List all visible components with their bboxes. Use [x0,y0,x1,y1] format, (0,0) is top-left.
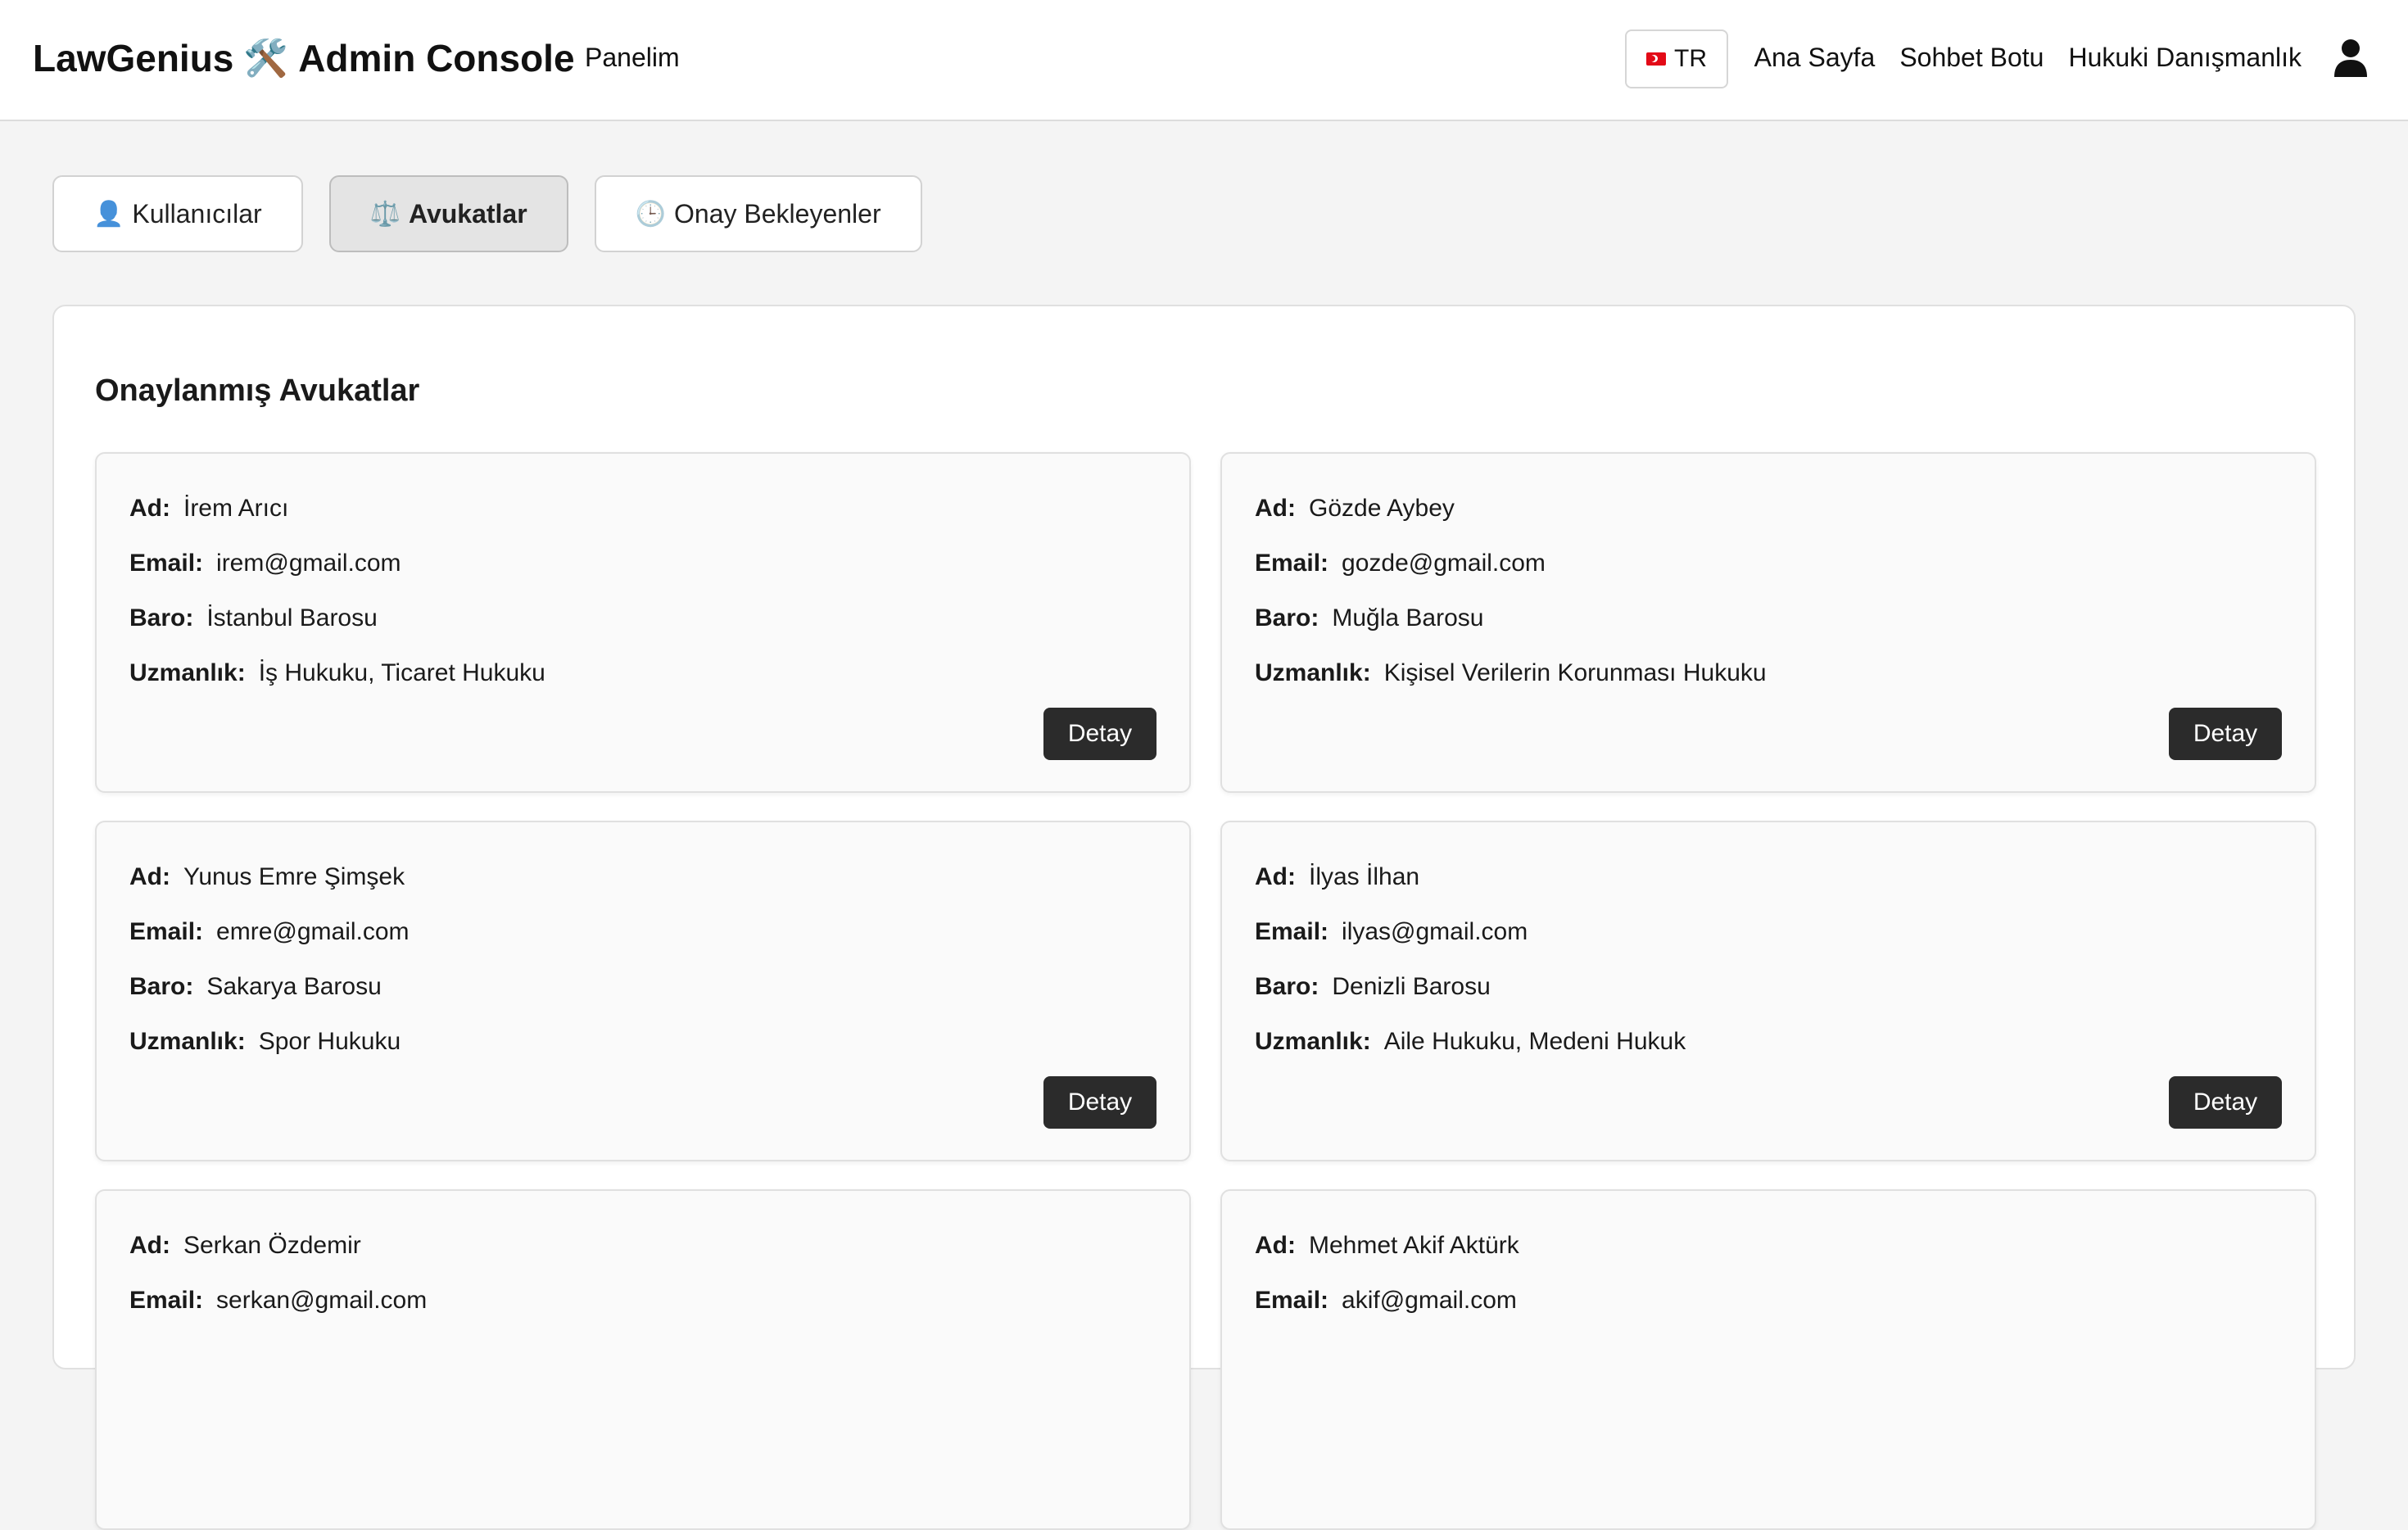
name-label: Ad: [1255,863,1296,890]
email-label: Email: [129,550,204,577]
bar-label: Baro: [1255,604,1319,631]
name-label: Ad: [1255,1232,1296,1259]
email-label: Email: [129,1287,204,1314]
bar-row: Baro: Sakarya Barosu [129,973,1156,1001]
detail-button[interactable]: Detay [2169,708,2282,760]
specialty-label: Uzmanlık: [129,1028,246,1055]
tab-label: Onay Bekleyenler [674,198,881,229]
lawyer-card: Ad: Yunus Emre Şimşek Email: emre@gmail.co… [95,821,1191,1161]
email-value: irem@gmail.com [216,550,401,577]
name-row: Ad: İrem Arıcı [129,495,1156,523]
bar-row: Baro: İstanbul Barosu [129,604,1156,632]
email-row: Email: emre@gmail.com [129,918,1156,946]
email-value: akif@gmail.com [1342,1287,1517,1314]
email-label: Email: [1255,550,1329,577]
nav-legal-advice[interactable]: Hukuki Danışmanlık [2068,43,2302,73]
nav-links: Ana Sayfa Sohbet Botu Hukuki Danışmanlık [1754,43,2302,73]
scales-icon: ⚖️ [369,200,401,228]
clock-icon: 🕒 [635,200,667,228]
specialty-value: Kişisel Verilerin Korunması Hukuku [1383,659,1767,686]
user-tab-icon: 👤 [93,200,124,228]
name-value: İlyas İlhan [1308,863,1420,890]
nav-home[interactable]: Ana Sayfa [1754,43,1876,73]
lawyer-card-grid: Ad: İrem Arıcı Email: irem@gmail.com Baro:… [95,452,2316,1530]
email-value: serkan@gmail.com [216,1287,428,1314]
specialty-label: Uzmanlık: [1255,659,1371,686]
brand-subtitle: Admin Console [298,37,575,79]
admin-tabs: 👤 Kullanıcılar ⚖️ Avukatlar 🕒 Onay Bekle… [52,175,922,252]
lawyer-card: Ad: Serkan Özdemir Email: serkan@gmail.com [95,1189,1191,1530]
turkey-flag-icon [1646,52,1666,66]
bar-label: Baro: [1255,973,1319,1000]
name-value: Gözde Aybey [1308,495,1455,522]
email-label: Email: [1255,918,1329,945]
specialty-row: Uzmanlık: Spor Hukuku [129,1028,1156,1056]
email-row: Email: gozde@gmail.com [1255,550,2282,577]
bar-value: Denizli Barosu [1332,973,1491,1000]
tab-lawyers[interactable]: ⚖️ Avukatlar [328,175,568,252]
specialty-row: Uzmanlık: İş Hukuku, Ticaret Hukuku [129,659,1156,687]
specialty-value: İş Hukuku, Ticaret Hukuku [258,659,545,686]
lawyer-card: Ad: İrem Arıcı Email: irem@gmail.com Baro:… [95,452,1191,793]
name-label: Ad: [1255,495,1296,522]
email-label: Email: [1255,1287,1329,1314]
email-row: Email: akif@gmail.com [1255,1287,2282,1315]
bar-value: Sakarya Barosu [206,973,382,1000]
email-value: gozde@gmail.com [1342,550,1546,577]
name-value: Mehmet Akif Aktürk [1308,1232,1519,1259]
email-value: ilyas@gmail.com [1342,918,1528,945]
name-row: Ad: Mehmet Akif Aktürk [1255,1232,2282,1260]
specialty-label: Uzmanlık: [1255,1028,1371,1055]
panel-title: Onaylanmış Avukatlar [95,373,420,408]
name-row: Ad: Yunus Emre Şimşek [129,863,1156,891]
name-label: Ad: [129,1232,170,1259]
name-value: Yunus Emre Şimşek [183,863,405,890]
tab-label: Avukatlar [409,198,527,229]
email-row: Email: irem@gmail.com [129,550,1156,577]
specialty-value: Spor Hukuku [258,1028,401,1055]
specialty-row: Uzmanlık: Kişisel Verilerin Korunması Huk… [1255,659,2282,687]
bar-value: Muğla Barosu [1332,604,1484,631]
specialty-row: Uzmanlık: Aile Hukuku, Medeni Hukuk [1255,1028,2282,1056]
name-label: Ad: [129,495,170,522]
detail-button[interactable]: Detay [1043,1076,1156,1129]
user-icon[interactable] [2333,38,2369,77]
brand-name: LawGenius [33,37,234,79]
language-label: TR [1674,45,1707,72]
email-label: Email: [129,918,204,945]
tab-pending[interactable]: 🕒 Onay Bekleyenler [594,175,922,252]
bar-label: Baro: [129,604,194,631]
name-value: İrem Arıcı [183,495,289,522]
top-navbar: LawGenius 🛠️ Admin Console Panelim TR An… [0,0,2408,121]
name-row: Ad: İlyas İlhan [1255,863,2282,891]
detail-button[interactable]: Detay [2169,1076,2282,1129]
specialty-label: Uzmanlık: [129,659,246,686]
lawyer-card: Ad: Mehmet Akif Aktürk Email: akif@gmail.c… [1220,1189,2316,1530]
language-button[interactable]: TR [1625,29,1728,88]
name-row: Ad: Gözde Aybey [1255,495,2282,523]
bar-label: Baro: [129,973,194,1000]
lawyer-card: Ad: Gözde Aybey Email: gozde@gmail.com Bar… [1220,452,2316,793]
lawyer-card: Ad: İlyas İlhan Email: ilyas@gmail.com Bar… [1220,821,2316,1161]
tools-icon: 🛠️ [243,38,289,79]
bar-row: Baro: Denizli Barosu [1255,973,2282,1001]
specialty-value: Aile Hukuku, Medeni Hukuk [1383,1028,1686,1055]
name-value: Serkan Özdemir [183,1232,361,1259]
tab-label: Kullanıcılar [132,198,262,229]
email-row: Email: serkan@gmail.com [129,1287,1156,1315]
brand-title[interactable]: LawGenius 🛠️ Admin Console [33,36,575,80]
approved-lawyers-panel: Onaylanmış Avukatlar Ad: İrem Arıcı Email… [52,305,2356,1530]
tab-users[interactable]: 👤 Kullanıcılar [52,175,303,252]
panel-link[interactable]: Panelim [585,43,680,73]
name-label: Ad: [129,863,170,890]
nav-chatbot[interactable]: Sohbet Botu [1899,43,2044,73]
name-row: Ad: Serkan Özdemir [129,1232,1156,1260]
email-value: emre@gmail.com [216,918,410,945]
email-row: Email: ilyas@gmail.com [1255,918,2282,946]
bar-value: İstanbul Barosu [206,604,378,631]
bar-row: Baro: Muğla Barosu [1255,604,2282,632]
detail-button[interactable]: Detay [1043,708,1156,760]
